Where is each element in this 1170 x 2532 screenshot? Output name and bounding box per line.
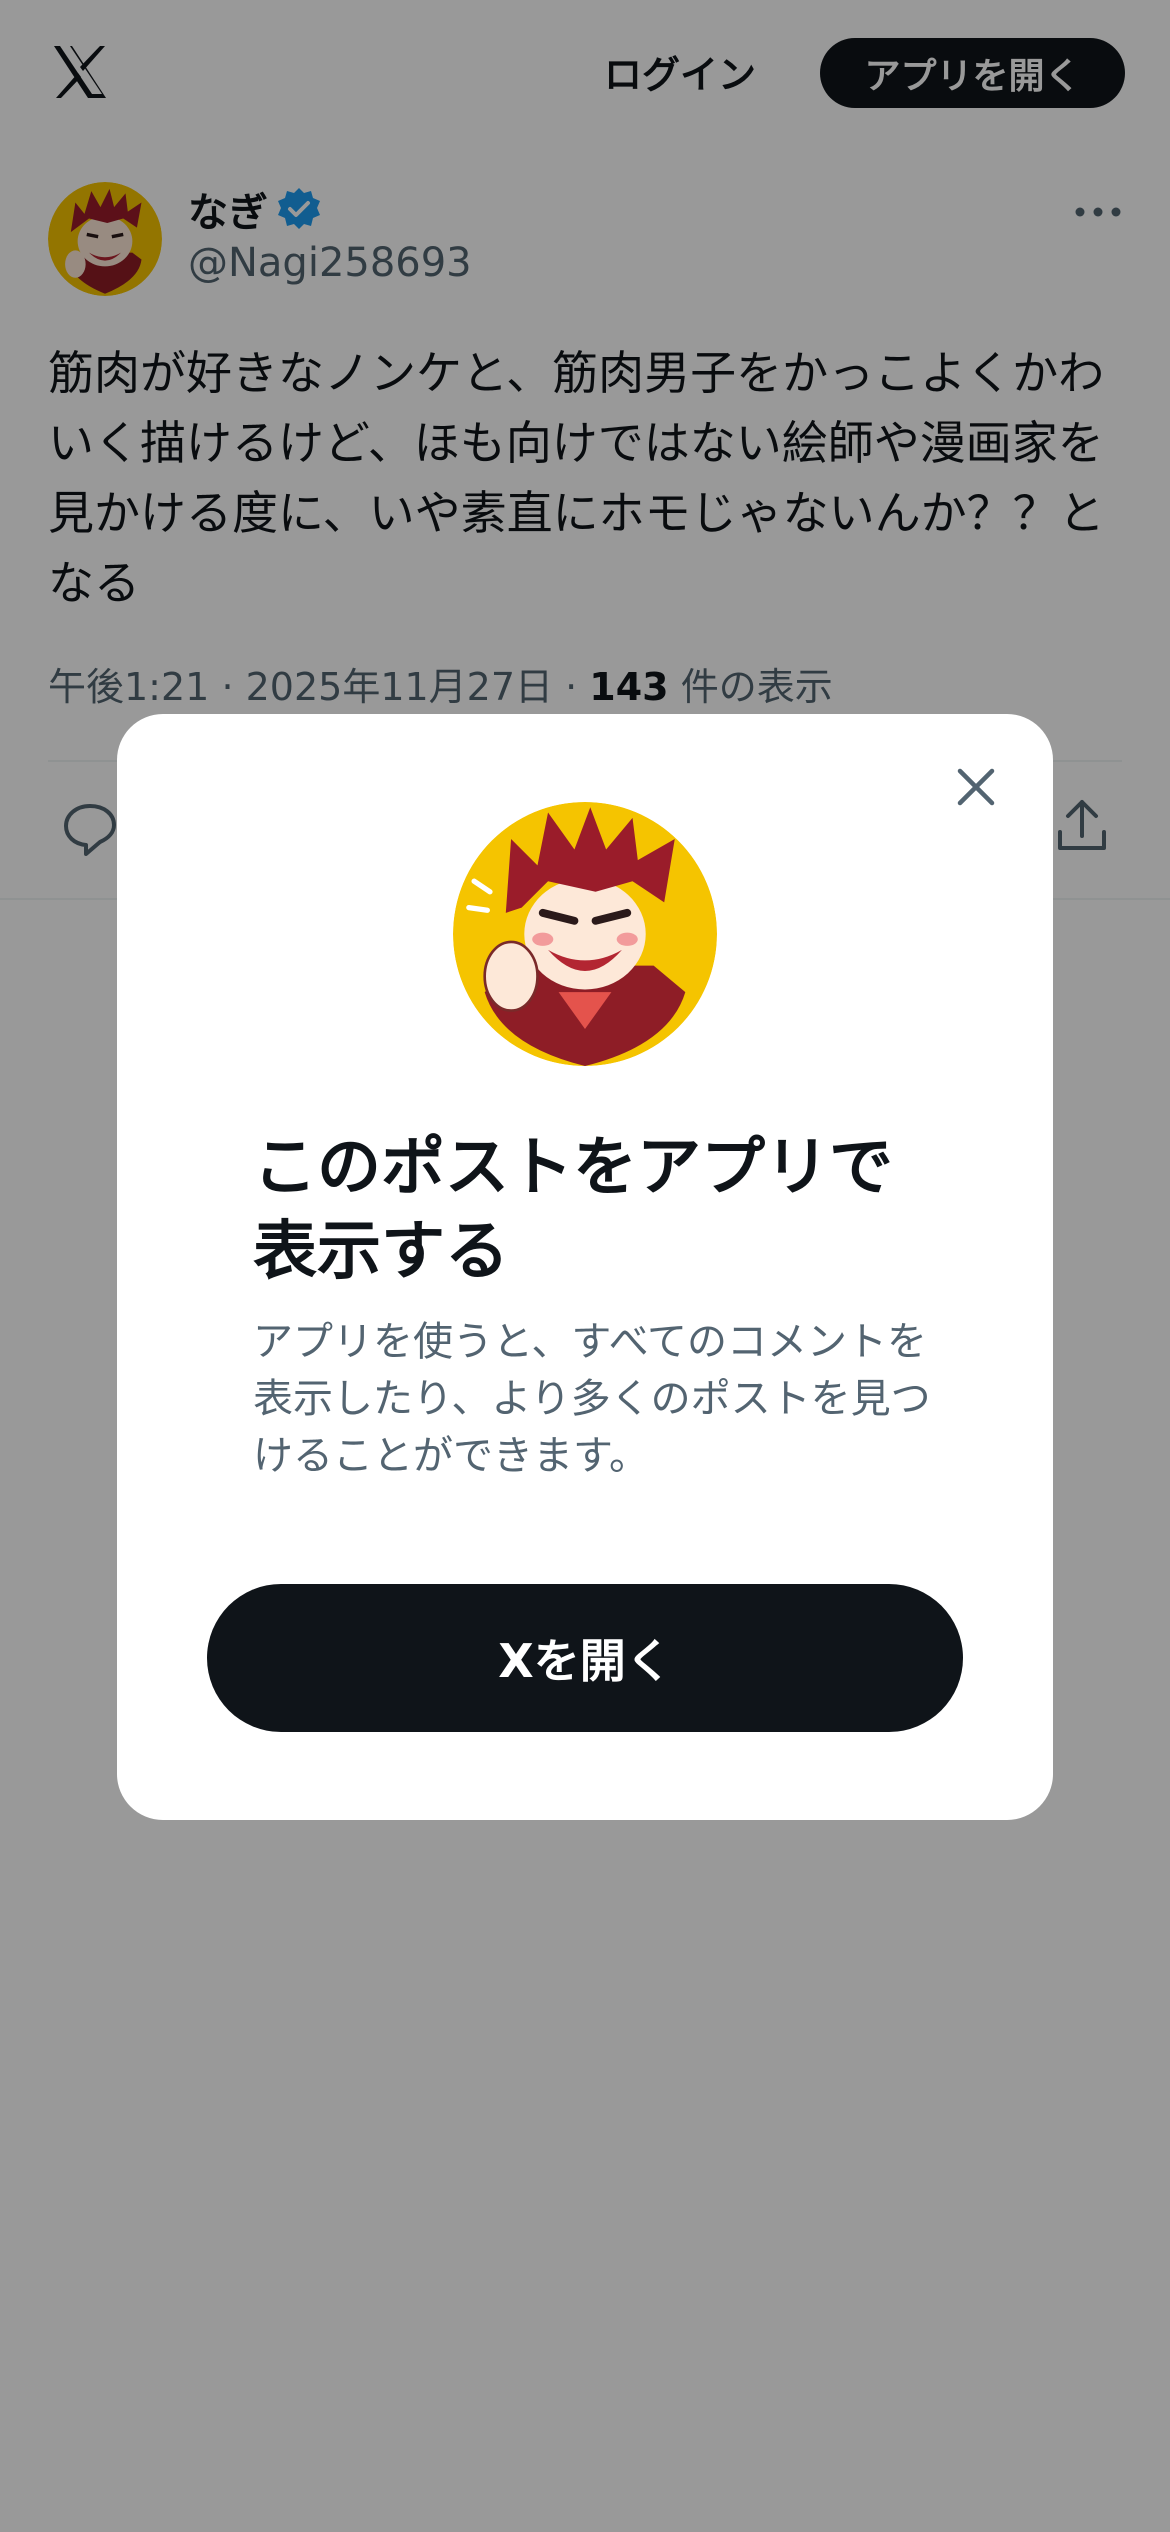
close-icon [957,768,995,806]
dialog-title: このポストをアプリで表示する [253,1131,893,1289]
author-avatar-large [453,802,717,1066]
close-button[interactable] [945,756,1007,818]
dialog-description: アプリを使うと、すべてのコメントを表示したり、より多くのポストを見つけることがで… [253,1319,931,1479]
open-x-button[interactable]: Xを開く [207,1584,963,1732]
modal-backdrop[interactable]: このポストをアプリで表示する アプリを使うと、すべてのコメントを表示したり、より… [0,0,1170,2532]
open-in-app-dialog: このポストをアプリで表示する アプリを使うと、すべてのコメントを表示したり、より… [117,714,1053,1820]
